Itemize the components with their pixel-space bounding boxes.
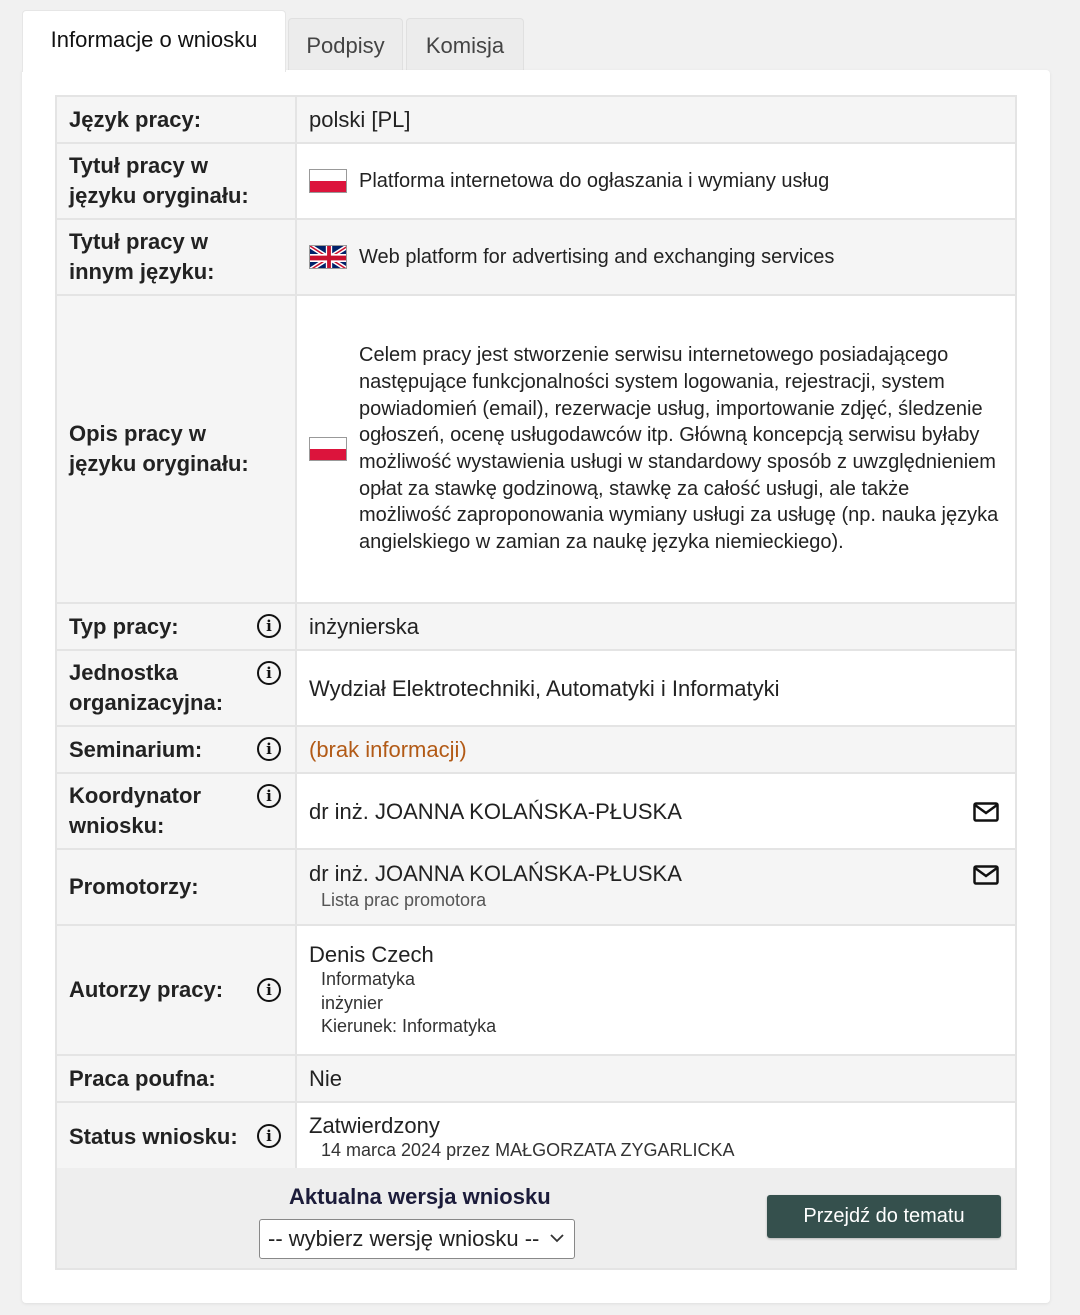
tab-podpisy[interactable]: Podpisy	[288, 18, 403, 72]
flag-pl-icon	[309, 169, 347, 193]
label-cell-autorzy: Autorzy pracy: i	[55, 924, 297, 1056]
label-cell-status: Status wniosku: i	[55, 1101, 297, 1173]
label-tytul-inny: Tytuł pracy w innym języku:	[55, 218, 297, 296]
author-degree: inżynier	[321, 992, 384, 1013]
value-koordynator: dr inż. JOANNA KOLAŃSKA-PŁUSKA	[309, 798, 682, 824]
row-poufna: Praca poufna: Nie	[55, 1054, 1017, 1103]
status-value: Zatwierdzony	[309, 1112, 440, 1138]
mail-icon[interactable]	[973, 864, 999, 885]
info-table: Język pracy: polski [PL] Tytuł pracy w j…	[55, 95, 1017, 1173]
chevron-down-icon	[550, 1234, 564, 1243]
value-typ: inżynierska	[295, 602, 1017, 651]
row-seminarium: Seminarium: i (brak informacji)	[55, 725, 1017, 774]
info-circle-icon[interactable]: i	[257, 784, 281, 808]
version-select-value: -- wybierz wersję wniosku --	[268, 1226, 540, 1251]
value-cell-tytul-org: Platforma internetowa do ogłaszania i wy…	[295, 142, 1017, 220]
value-opis: Celem pracy jest stworzenie serwisu inte…	[359, 344, 999, 554]
label-jednostka: Jednostka organizacyjna:	[69, 660, 224, 715]
row-promotorzy: Promotorzy: dr inż. JOANNA KOLAŃSKA-PŁUS…	[55, 848, 1017, 926]
version-label: Aktualna wersja wniosku	[289, 1184, 551, 1209]
label-promotorzy: Promotorzy:	[55, 848, 297, 926]
label-tytul-org: Tytuł pracy w języku oryginału:	[55, 142, 297, 220]
label-typ: Typ pracy:	[69, 613, 179, 639]
row-autorzy: Autorzy pracy: i Denis Czech Informatyka…	[55, 924, 1017, 1056]
status-detail: 14 marca 2024 przez MAŁGORZATA ZYGARLICK…	[321, 1139, 735, 1160]
value-tytul-org: Platforma internetowa do ogłaszania i wy…	[359, 169, 830, 192]
info-circle-icon[interactable]: i	[257, 661, 281, 685]
flag-pl-icon	[309, 437, 347, 461]
author-kierunek: Kierunek: Informatyka	[321, 1016, 497, 1037]
value-cell-opis: Celem pracy jest stworzenie serwisu inte…	[295, 294, 1017, 604]
value-cell-autorzy: Denis Czech Informatyka inżynier Kierune…	[295, 924, 1017, 1056]
value-poufna: Nie	[295, 1054, 1017, 1103]
label-jezyk: Język pracy:	[55, 95, 297, 144]
row-jednostka: Jednostka organizacyjna: i Wydział Elekt…	[55, 649, 1017, 727]
label-cell-koordynator: Koordynator wniosku: i	[55, 772, 297, 850]
value-cell-promotorzy: dr inż. JOANNA KOLAŃSKA-PŁUSKA Lista pra…	[295, 848, 1017, 926]
value-cell-tytul-inny: Web platform for advertising and exchang…	[295, 218, 1017, 296]
flag-gb-icon	[309, 245, 347, 269]
value-jednostka: Wydział Elektrotechniki, Automatyki i In…	[295, 649, 1017, 727]
row-opis: Opis pracy w języku oryginału: Celem pra…	[55, 294, 1017, 604]
label-autorzy: Autorzy pracy:	[69, 977, 224, 1002]
label-koordynator: Koordynator wniosku:	[69, 783, 201, 838]
row-tytul-org: Tytuł pracy w języku oryginału: Platform…	[55, 142, 1017, 220]
value-cell-koordynator: dr inż. JOANNA KOLAŃSKA-PŁUSKA	[295, 772, 1017, 850]
row-koordynator: Koordynator wniosku: i dr inż. JOANNA KO…	[55, 772, 1017, 850]
value-tytul-inny: Web platform for advertising and exchang…	[359, 245, 835, 268]
label-cell-seminarium: Seminarium: i	[55, 725, 297, 774]
info-circle-icon[interactable]: i	[257, 737, 281, 761]
row-status: Status wniosku: i Zatwierdzony 14 marca …	[55, 1101, 1017, 1173]
value-seminarium: (brak informacji)	[295, 725, 1017, 774]
info-circle-icon[interactable]: i	[257, 1124, 281, 1148]
tab-informacje[interactable]: Informacje o wniosku	[22, 10, 286, 72]
author-field: Informatyka	[321, 969, 416, 990]
label-cell-typ: Typ pracy: i	[55, 602, 297, 651]
info-circle-icon[interactable]: i	[257, 978, 281, 1002]
label-status: Status wniosku:	[69, 1124, 238, 1149]
info-panel: Język pracy: polski [PL] Tytuł pracy w j…	[22, 70, 1050, 1303]
label-opis: Opis pracy w języku oryginału:	[55, 294, 297, 604]
info-circle-icon[interactable]: i	[257, 614, 281, 638]
author-name: Denis Czech	[309, 942, 434, 968]
row-typ: Typ pracy: i inżynierska	[55, 602, 1017, 651]
label-cell-jednostka: Jednostka organizacyjna: i	[55, 649, 297, 727]
row-jezyk: Język pracy: polski [PL]	[55, 95, 1017, 144]
promotor-works-link[interactable]: Lista prac promotora	[309, 887, 1003, 914]
version-select[interactable]: -- wybierz wersję wniosku --	[259, 1219, 575, 1259]
value-cell-status: Zatwierdzony 14 marca 2024 przez MAŁGORZ…	[295, 1101, 1017, 1173]
value-promotorzy: dr inż. JOANNA KOLAŃSKA-PŁUSKA	[309, 861, 682, 886]
tab-komisja[interactable]: Komisja	[406, 18, 524, 72]
version-footer: Aktualna wersja wniosku -- wybierz wersj…	[55, 1168, 1017, 1270]
go-to-topic-button[interactable]: Przejdź do tematu	[767, 1195, 1001, 1238]
row-tytul-inny: Tytuł pracy w innym języku: Web platform…	[55, 218, 1017, 296]
value-jezyk: polski [PL]	[295, 95, 1017, 144]
label-seminarium: Seminarium:	[69, 736, 203, 762]
label-poufna: Praca poufna:	[55, 1054, 297, 1103]
mail-icon[interactable]	[973, 802, 999, 822]
